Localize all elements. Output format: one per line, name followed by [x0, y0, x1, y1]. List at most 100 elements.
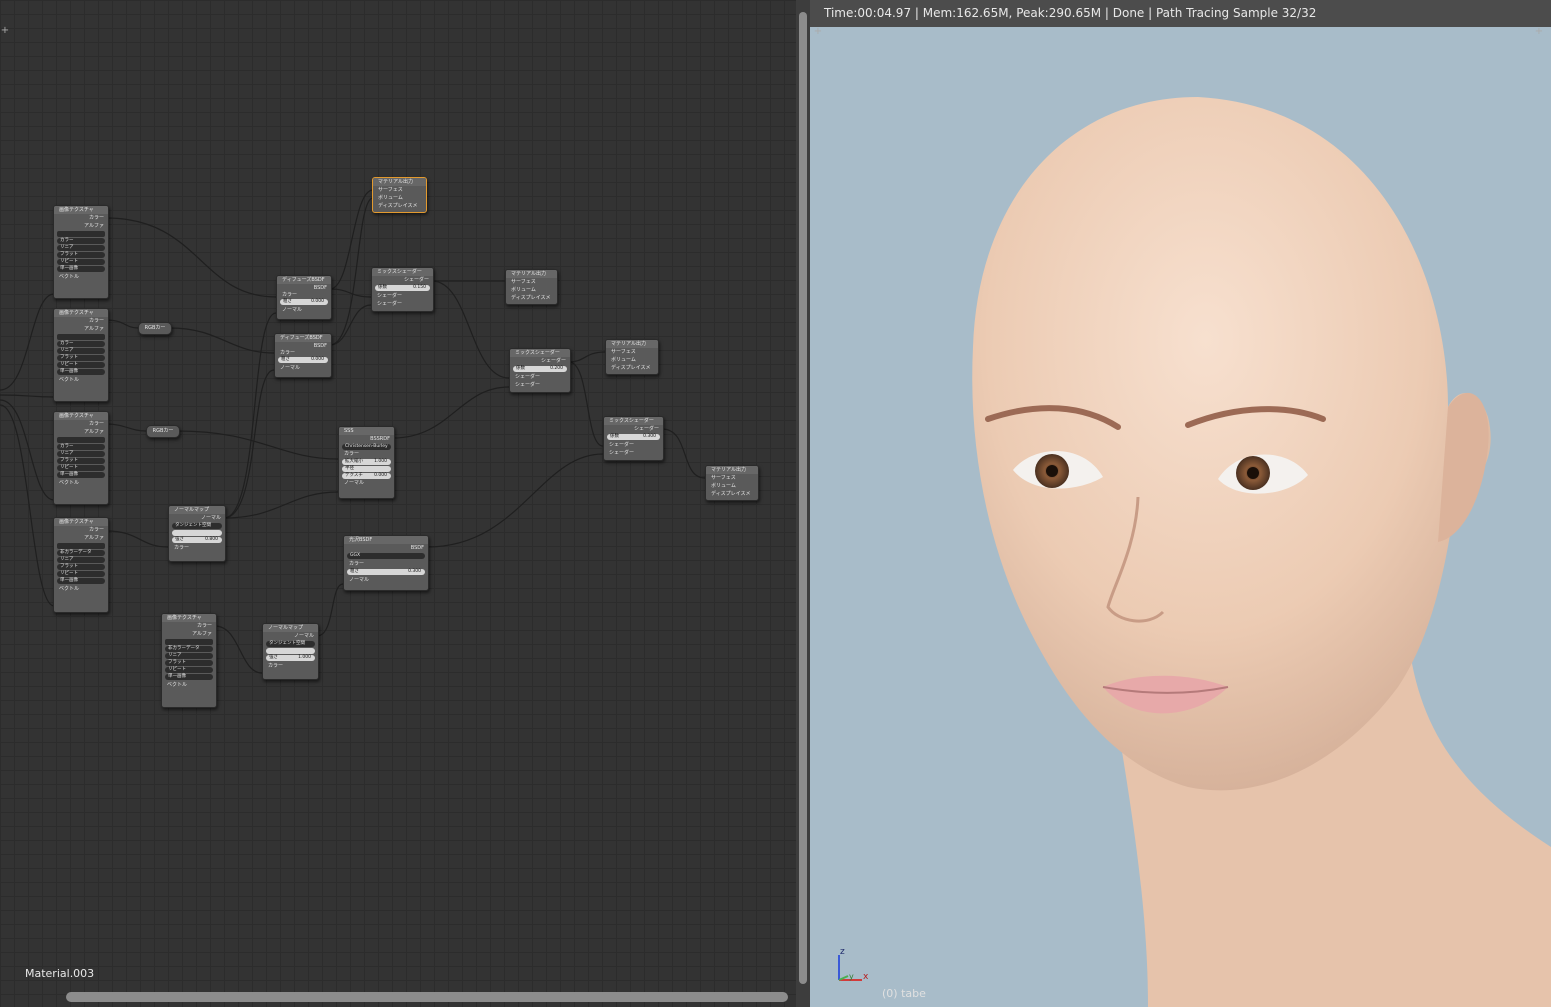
axis-gizmo-icon: z y x — [838, 947, 869, 982]
radius-field[interactable]: 半径 — [342, 466, 391, 472]
image-texture-node-3[interactable]: 画像テクスチャ カラー アルファ カラー リニア フラット リピート 単一画像 … — [53, 411, 109, 505]
extension-dropdown[interactable]: リピート — [57, 571, 105, 577]
projection-dropdown[interactable]: フラット — [57, 252, 105, 258]
material-output-node-active[interactable]: マテリアル出力 サーフェス ボリューム ディスプレイスメ — [372, 177, 427, 213]
space-dropdown[interactable]: タンジェント空間 — [172, 523, 222, 529]
3d-viewport[interactable]: Time:00:04.97 | Mem:162.65M, Peak:290.65… — [810, 0, 1551, 1007]
roughness-label: 粗さ — [350, 569, 359, 574]
interpolation-dropdown[interactable]: リニア — [57, 451, 105, 457]
strength-field[interactable]: 強さ 1.000 — [266, 655, 315, 661]
horizontal-scrollbar[interactable] — [66, 992, 788, 1002]
material-output-node-4[interactable]: マテリアル出力 サーフェス ボリューム ディスプレイスメ — [705, 465, 759, 501]
image-texture-node-2[interactable]: 画像テクスチャ カラー アルファ カラー リニア フラット リピート 単一画像 … — [53, 308, 109, 402]
roughness-field[interactable]: 粗さ 0.000 — [280, 299, 328, 305]
node-title: ノーマルマップ — [263, 624, 318, 632]
extension-dropdown[interactable]: リピート — [57, 362, 105, 368]
wire — [169, 327, 275, 354]
extension-dropdown[interactable]: リピート — [57, 465, 105, 471]
image-texture-node-1[interactable]: 画像テクスチャ カラー アルファ カラー リニア フラット リピート 単一画像 … — [53, 205, 109, 299]
mix-shader-node-3[interactable]: ミックスシェーダー シェーダー 係数 0.300 シェーダー シェーダー — [603, 416, 664, 461]
projection-dropdown[interactable]: フラット — [57, 564, 105, 570]
color-space-dropdown[interactable]: カラー — [57, 341, 105, 347]
projection-dropdown[interactable]: フラット — [57, 458, 105, 464]
roughness-label: 粗さ — [283, 299, 292, 304]
render-status-text: Time:00:04.97 | Mem:162.65M, Peak:290.65… — [824, 6, 1317, 20]
area-split-plus-icon[interactable]: + — [813, 27, 823, 37]
projection-dropdown[interactable]: フラット — [165, 660, 213, 666]
mix-shader-node-1[interactable]: ミックスシェーダー シェーダー 係数 0.150 シェーダー シェーダー — [371, 267, 434, 312]
interpolation-dropdown[interactable]: リニア — [57, 557, 105, 563]
image-selector[interactable] — [57, 543, 105, 549]
alpha-output: アルファ — [84, 223, 104, 229]
space-dropdown[interactable]: タンジェント空間 — [266, 641, 315, 647]
color-space-dropdown[interactable]: 非カラーデータ — [57, 550, 105, 556]
image-selector[interactable] — [57, 437, 105, 443]
uv-map-field[interactable] — [172, 530, 222, 536]
rgb-curve-node-2[interactable]: RGBカー — [146, 425, 180, 438]
vertical-scrollbar[interactable] — [796, 0, 810, 1007]
source-dropdown[interactable]: 単一画像 — [57, 578, 105, 584]
source-dropdown[interactable]: 単一画像 — [57, 266, 105, 272]
rgb-curve-node-1[interactable]: RGBカー — [138, 322, 172, 335]
distribution-dropdown[interactable]: GGX — [347, 553, 425, 559]
factor-value: 0.300 — [643, 434, 656, 439]
strength-label: 強さ — [175, 537, 184, 542]
wire — [568, 351, 606, 363]
diffuse-bsdf-node-2[interactable]: ディフューズBSDF BSDF カラー 粗さ 0.000 ノーマル — [274, 333, 332, 378]
vector-input: ベクトル — [59, 480, 80, 486]
shader-output: シェーダー — [633, 426, 659, 432]
diffuse-bsdf-node-1[interactable]: ディフューズBSDF BSDF カラー 粗さ 0.000 ノーマル — [276, 275, 332, 320]
material-output-node-2[interactable]: マテリアル出力 サーフェス ボリューム ディスプレイスメ — [505, 269, 558, 305]
extension-dropdown[interactable]: リピート — [57, 259, 105, 265]
node-editor-area[interactable]: 画像テクスチャ カラー アルファ カラー リニア フラット リピート 単一画像 … — [0, 0, 796, 1007]
source-dropdown[interactable]: 単一画像 — [165, 674, 213, 680]
mix-shader-node-2[interactable]: ミックスシェーダー シェーダー 係数 0.200 シェーダー シェーダー — [509, 348, 571, 393]
roughness-field[interactable]: 粗さ 0.300 — [347, 569, 425, 575]
area-split-plus-icon[interactable]: + — [0, 26, 10, 36]
interpolation-dropdown[interactable]: リニア — [57, 348, 105, 354]
volume-input: ボリューム — [378, 195, 403, 201]
scrollbar-thumb[interactable] — [799, 12, 807, 984]
surface-input: サーフェス — [511, 279, 536, 285]
color-space-dropdown[interactable]: 非カラーデータ — [165, 646, 213, 652]
shader-input-1: シェーダー — [515, 374, 541, 380]
displacement-input: ディスプレイスメ — [711, 491, 751, 497]
volume-input: ボリューム — [511, 287, 536, 293]
projection-dropdown[interactable]: フラット — [57, 355, 105, 361]
node-title: 画像テクスチャ — [54, 309, 108, 317]
glossy-bsdf-node[interactable]: 光沢BSDF BSDF GGX カラー 粗さ 0.300 ノーマル — [343, 535, 429, 591]
factor-field[interactable]: 係数 0.200 — [513, 366, 567, 372]
subsurface-scattering-node[interactable]: SSS BSSRDF Christensen-Burley カラー 拡大縮小 1.… — [338, 426, 395, 499]
extension-dropdown[interactable]: リピート — [165, 667, 213, 673]
source-dropdown[interactable]: 単一画像 — [57, 472, 105, 478]
scale-field[interactable]: 拡大縮小 1.000 — [342, 459, 391, 465]
image-texture-node-5[interactable]: 画像テクスチャ カラー アルファ 非カラーデータ リニア フラット リピート 単… — [161, 613, 217, 708]
color-output: カラー — [88, 527, 104, 533]
color-space-dropdown[interactable]: カラー — [57, 444, 105, 450]
image-texture-node-4[interactable]: 画像テクスチャ カラー アルファ 非カラーデータ リニア フラット リピート 単… — [53, 517, 109, 613]
texture-blur-field[interactable]: テクスチ 0.000 — [342, 473, 391, 479]
wire — [392, 386, 510, 439]
interpolation-dropdown[interactable]: リニア — [165, 653, 213, 659]
interpolation-dropdown[interactable]: リニア — [57, 245, 105, 251]
node-title: マテリアル出力 — [506, 270, 557, 278]
strength-field[interactable]: 強さ 0.800 — [172, 537, 222, 543]
color-space-dropdown[interactable]: カラー — [57, 238, 105, 244]
image-selector[interactable] — [57, 231, 105, 237]
uv-map-field[interactable] — [266, 648, 315, 654]
falloff-dropdown[interactable]: Christensen-Burley — [342, 444, 391, 450]
normal-map-node-2[interactable]: ノーマルマップ ノーマル タンジェント空間 強さ 1.000 カラー — [262, 623, 319, 680]
material-output-node-3[interactable]: マテリアル出力 サーフェス ボリューム ディスプレイスメ — [605, 339, 659, 375]
area-split-plus-icon[interactable]: + — [1534, 27, 1544, 37]
wire — [0, 404, 55, 607]
roughness-field[interactable]: 粗さ 0.000 — [278, 357, 328, 363]
color-output: カラー — [196, 623, 212, 629]
factor-field[interactable]: 係数 0.150 — [375, 285, 430, 291]
normal-map-node-1[interactable]: ノーマルマップ ノーマル タンジェント空間 強さ 0.800 カラー — [168, 505, 226, 562]
image-selector[interactable] — [165, 639, 213, 645]
wire — [105, 319, 139, 329]
factor-field[interactable]: 係数 0.300 — [607, 434, 660, 440]
image-selector[interactable] — [57, 334, 105, 340]
source-dropdown[interactable]: 単一画像 — [57, 369, 105, 375]
roughness-value: 0.000 — [311, 357, 324, 362]
